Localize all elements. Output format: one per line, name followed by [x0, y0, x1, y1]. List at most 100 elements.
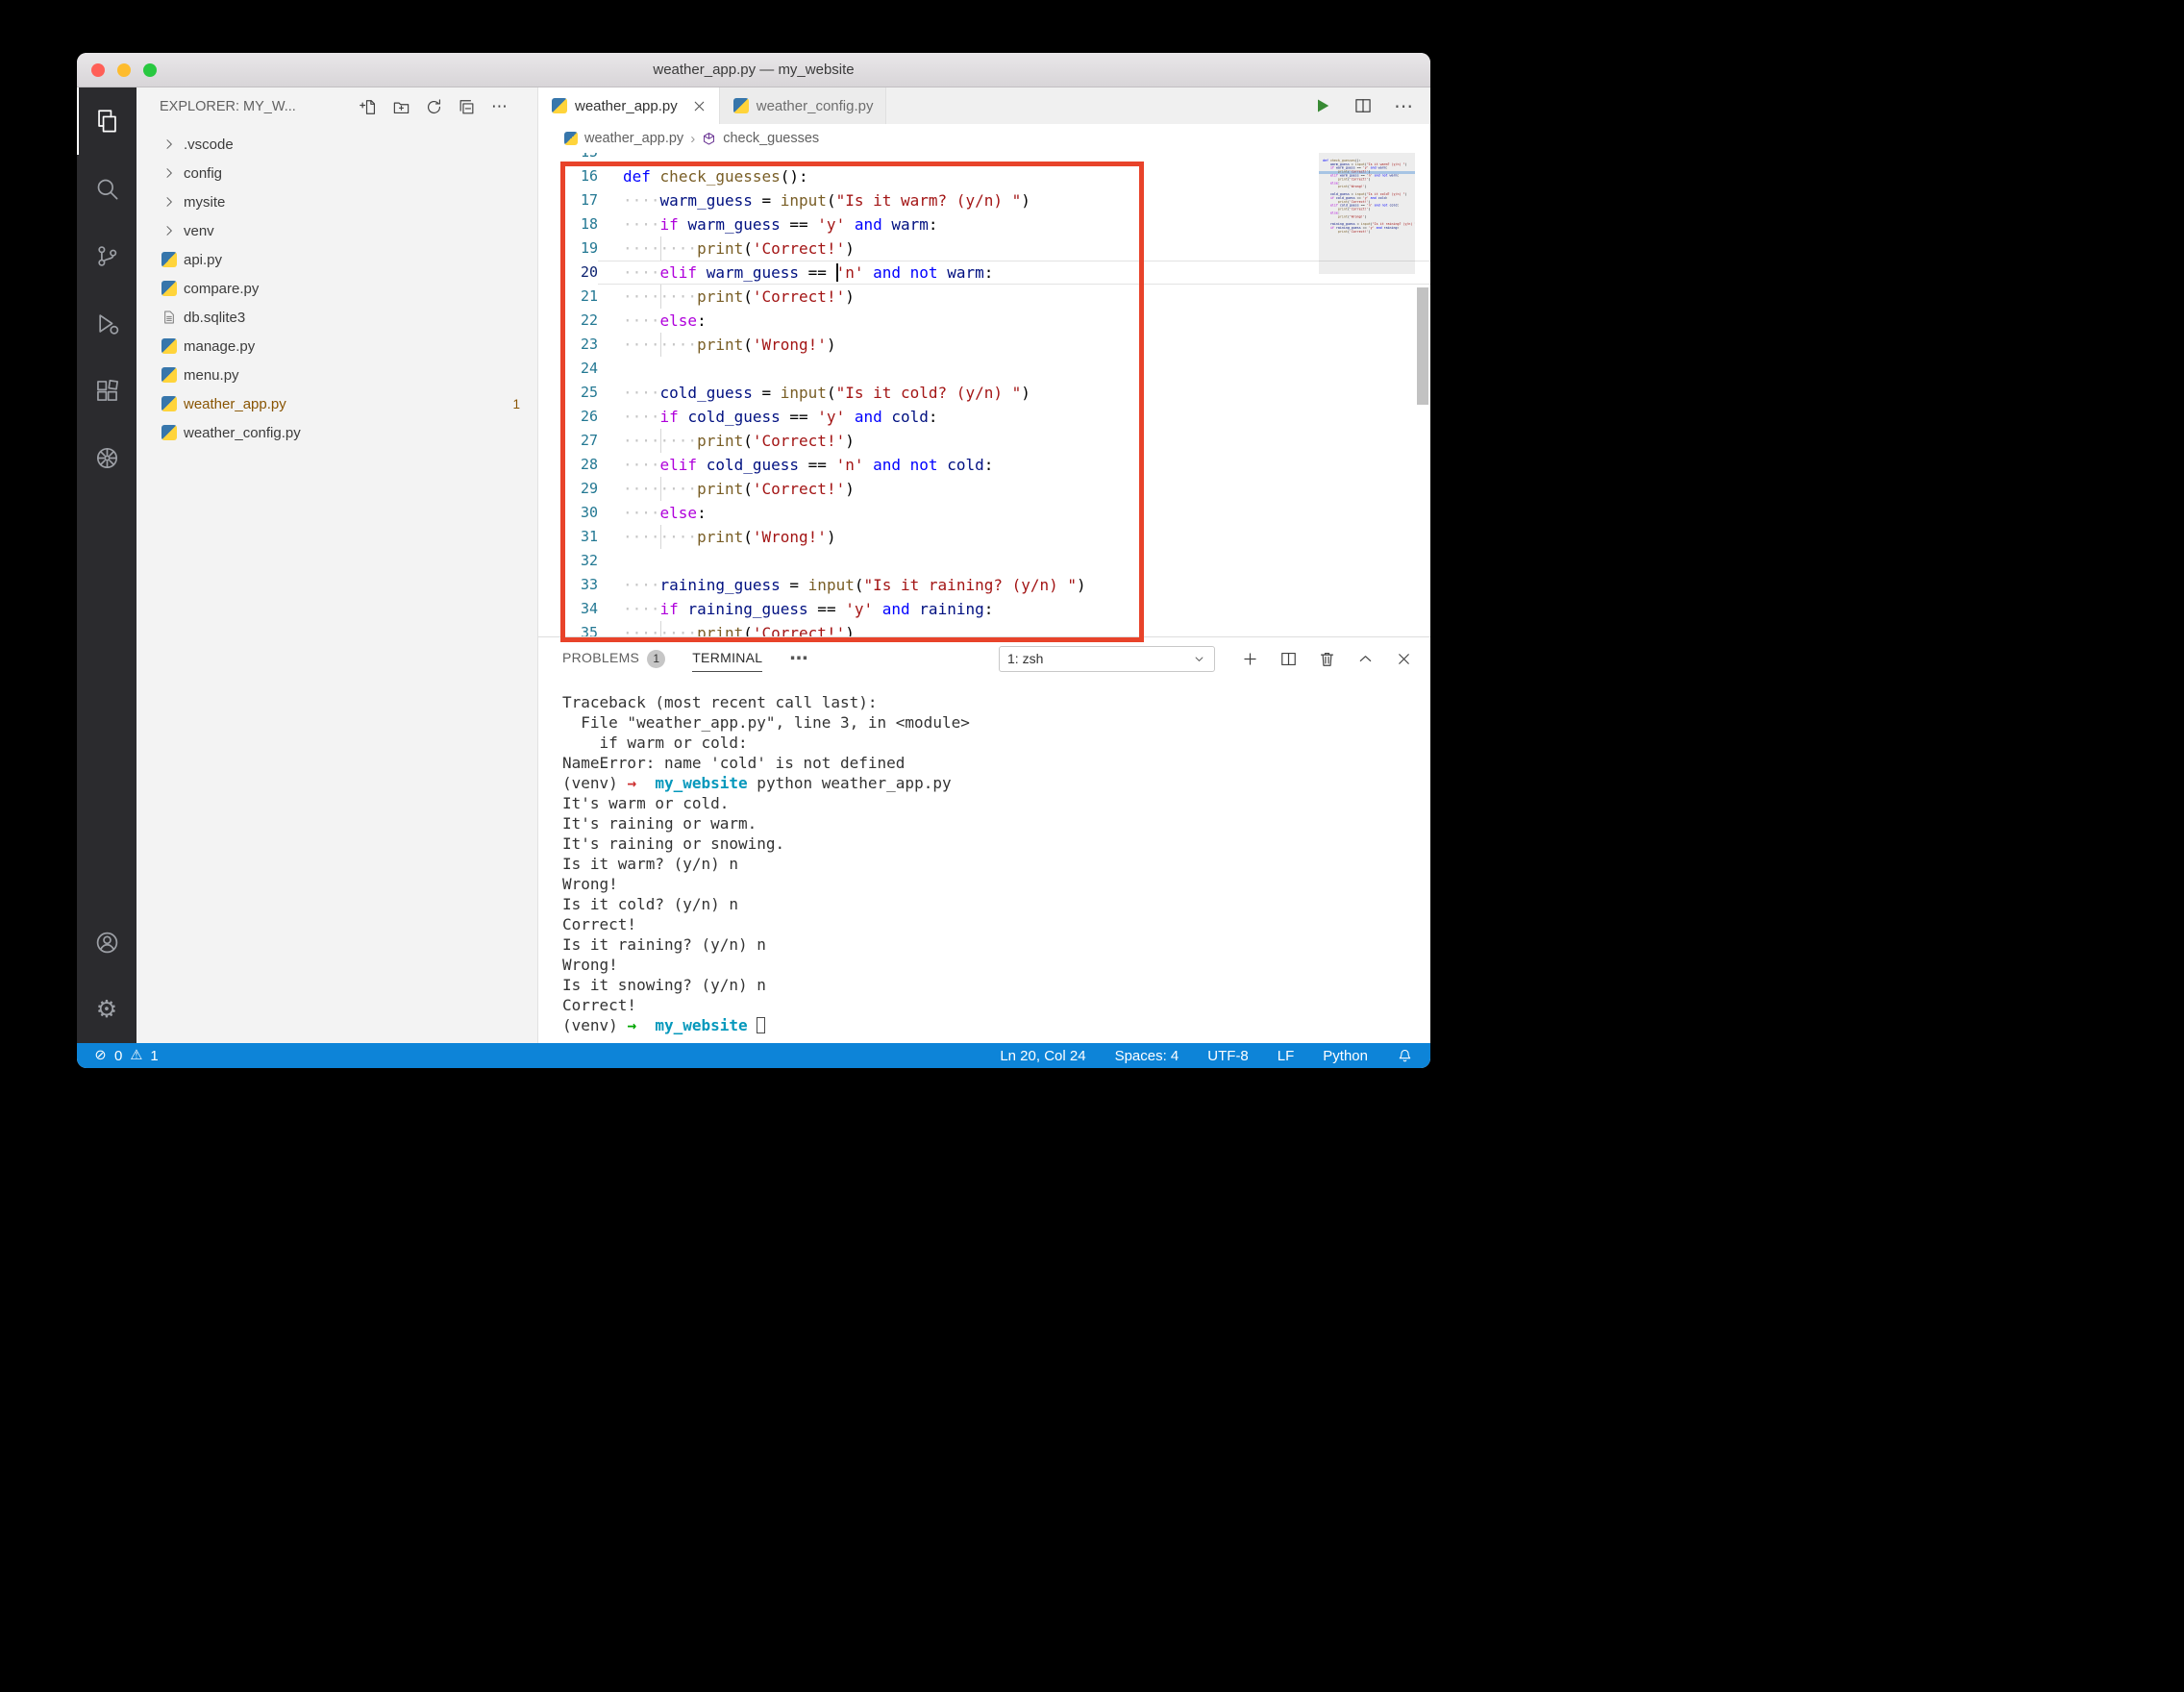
kill-terminal-icon[interactable]: [1318, 650, 1336, 668]
run-file-icon[interactable]: [1313, 96, 1332, 115]
sidebar-item-manage-py[interactable]: manage.py: [136, 332, 537, 361]
activity-account[interactable]: [77, 908, 136, 976]
code-line[interactable]: 28····elif cold_guess == 'n' and not col…: [538, 453, 1315, 477]
maximize-panel-icon[interactable]: [1356, 650, 1375, 668]
terminal-picker[interactable]: 1: zsh: [999, 646, 1215, 672]
code-line[interactable]: 16def check_guesses():: [538, 164, 1315, 188]
more-editor-actions-icon[interactable]: ⋯: [1394, 96, 1413, 115]
line-number: 25: [538, 381, 598, 405]
source-control-icon: [94, 243, 120, 269]
more-actions-icon[interactable]: ⋯: [490, 98, 509, 116]
language-mode[interactable]: Python: [1323, 1048, 1368, 1064]
code-line[interactable]: 33····raining_guess = input("Is it raini…: [538, 573, 1315, 597]
code-line[interactable]: 22····else:: [538, 309, 1315, 333]
activity-settings[interactable]: ⚙: [77, 976, 136, 1043]
close-tab-icon[interactable]: [691, 98, 707, 114]
panel-more-icon[interactable]: ⋯: [789, 648, 807, 670]
code-text: ····warm_guess = input("Is it warm? (y/n…: [598, 188, 1030, 212]
close-panel-icon[interactable]: [1395, 650, 1413, 668]
explorer-tree: .vscodeconfigmysitevenvapi.pycompare.py d…: [136, 126, 537, 447]
activity-extensions[interactable]: [77, 357, 136, 424]
code-line[interactable]: 26····if cold_guess == 'y' and cold:: [538, 405, 1315, 429]
sidebar-item--vscode[interactable]: .vscode: [136, 130, 537, 159]
status-bar: ⊘ 0 ⚠ 1 Ln 20, Col 24 Spaces: 4 UTF-8 LF…: [77, 1043, 1430, 1068]
code-line[interactable]: 29········print('Correct!'): [538, 477, 1315, 501]
new-terminal-icon[interactable]: [1241, 650, 1259, 668]
minimap[interactable]: def check_guesses():····warm_guess = inp…: [1319, 153, 1415, 326]
code-line[interactable]: 17····warm_guess = input("Is it warm? (y…: [538, 188, 1315, 212]
sidebar-item-api-py[interactable]: api.py: [136, 245, 537, 274]
chevron-right-icon: [161, 137, 177, 152]
tab-terminal[interactable]: TERMINAL: [692, 637, 762, 680]
code-token: [910, 600, 920, 618]
tab-weather-app[interactable]: weather_app.py: [538, 87, 720, 124]
code-token: [697, 263, 707, 282]
indentation[interactable]: Spaces: 4: [1115, 1048, 1179, 1064]
code-token: ): [827, 336, 836, 354]
sidebar-item-venv[interactable]: venv: [136, 216, 537, 245]
code-line[interactable]: 31········print('Wrong!'): [538, 525, 1315, 549]
tab-weather-config[interactable]: weather_config.py: [720, 87, 886, 124]
code-token: and: [855, 215, 882, 234]
split-terminal-icon[interactable]: [1279, 650, 1298, 668]
code-line[interactable]: 34····if raining_guess == 'y' and rainin…: [538, 597, 1315, 621]
cursor-position[interactable]: Ln 20, Col 24: [1000, 1048, 1085, 1064]
new-file-icon[interactable]: [360, 98, 378, 116]
breadcrumb-file[interactable]: weather_app.py: [584, 131, 683, 146]
code-line[interactable]: 20····elif warm_guess == 'n' and not war…: [538, 261, 1315, 285]
tab-problems[interactable]: PROBLEMS 1: [562, 637, 665, 680]
code-line[interactable]: 21········print('Correct!'): [538, 285, 1315, 309]
eol-indicator[interactable]: LF: [1278, 1048, 1295, 1064]
terminal-output[interactable]: Traceback (most recent call last): File …: [538, 680, 1430, 1043]
editor-scrollbar[interactable]: [1417, 287, 1428, 405]
sidebar-item-weather-app-py[interactable]: weather_app.py1: [136, 389, 537, 418]
code-line[interactable]: 35········print('Correct!'): [538, 621, 1315, 636]
whitespace-dots: ····: [623, 333, 660, 357]
collapse-folders-icon[interactable]: [458, 98, 476, 116]
refresh-icon[interactable]: [425, 98, 443, 116]
activity-source-control[interactable]: [77, 222, 136, 289]
split-editor-icon[interactable]: [1353, 96, 1373, 115]
activity-bar: ⚙: [77, 87, 136, 1043]
code-token: cold: [947, 456, 984, 474]
code-line[interactable]: 27········print('Correct!'): [538, 429, 1315, 453]
code-token: 'Wrong!': [1350, 185, 1365, 188]
problems-status[interactable]: ⊘ 0 ⚠ 1: [92, 1048, 159, 1064]
sidebar-item-config[interactable]: config: [136, 159, 537, 187]
sidebar-item-db-sqlite3[interactable]: db.sqlite3: [136, 303, 537, 332]
activity-search[interactable]: [77, 155, 136, 222]
code-line[interactable]: 25····cold_guess = input("Is it cold? (y…: [538, 381, 1315, 405]
code-line[interactable]: 23········print('Wrong!'): [538, 333, 1315, 357]
sidebar-item-compare-py[interactable]: compare.py: [136, 274, 537, 303]
activity-run-debug[interactable]: [77, 289, 136, 357]
encoding[interactable]: UTF-8: [1207, 1048, 1249, 1064]
code-line[interactable]: 32: [538, 549, 1315, 573]
code-line[interactable]: 30····else:: [538, 501, 1315, 525]
code-line[interactable]: 18····if warm_guess == 'y' and warm:: [538, 212, 1315, 236]
notifications-bell-icon[interactable]: [1397, 1048, 1413, 1064]
sidebar-item-weather-config-py[interactable]: weather_config.py: [136, 418, 537, 447]
activity-explorer[interactable]: [77, 87, 136, 155]
code-token: warm_guess: [687, 215, 780, 234]
terminal-token: (venv): [562, 774, 627, 792]
code-line[interactable]: 19········print('Correct!'): [538, 236, 1315, 261]
code-line[interactable]: 15: [538, 153, 1315, 164]
sidebar-item-menu-py[interactable]: menu.py: [136, 361, 537, 389]
file-label: db.sqlite3: [184, 310, 245, 326]
new-folder-icon[interactable]: [392, 98, 410, 116]
minimize-window-button[interactable]: [117, 63, 131, 77]
sidebar-item-mysite[interactable]: mysite: [136, 187, 537, 216]
code-token: not: [910, 263, 938, 282]
zoom-window-button[interactable]: [143, 63, 157, 77]
code-line[interactable]: 24: [538, 357, 1315, 381]
account-icon: [94, 930, 120, 956]
activity-kubernetes[interactable]: [77, 424, 136, 491]
close-window-button[interactable]: [91, 63, 105, 77]
breadcrumb-symbol[interactable]: check_guesses: [723, 131, 819, 146]
terminal-token: (venv): [562, 1016, 627, 1034]
code-editor[interactable]: 15 16def check_guesses():17····warm_gues…: [538, 153, 1430, 636]
terminal-token: Traceback (most recent call last):: [562, 693, 878, 711]
code-token: input: [808, 576, 855, 594]
code-token: not: [910, 456, 938, 474]
problems-count-badge: 1: [647, 650, 665, 668]
